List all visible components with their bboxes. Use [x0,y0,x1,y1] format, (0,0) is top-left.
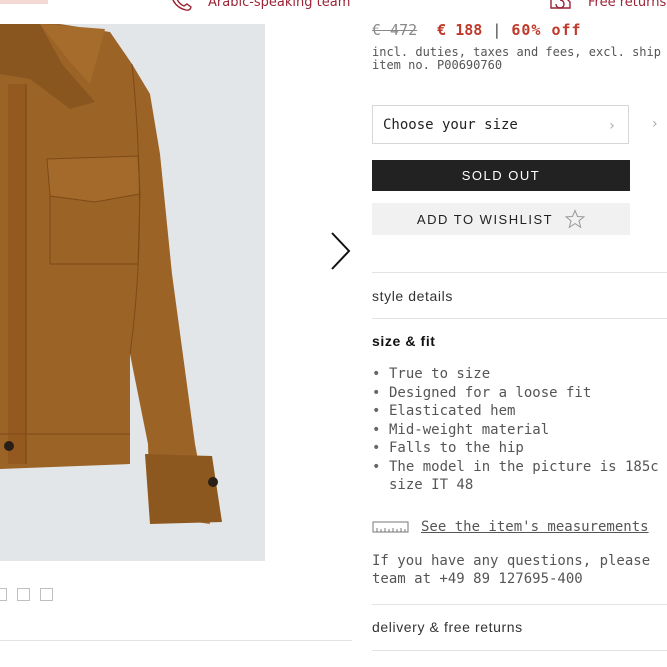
thumbnail-dot[interactable] [17,588,30,601]
delivery-returns-header[interactable]: delivery & free returns [372,619,523,635]
measurements-link[interactable]: See the item's measurements [421,519,649,535]
list-item: Designed for a loose fit [372,384,659,403]
list-item: size IT 48 [389,477,474,493]
product-info: incl. duties, taxes and fees, excl. ship… [372,46,661,72]
list-item: True to size [372,365,659,384]
sale-price: € 188 [437,21,483,39]
size-fit-header[interactable]: size & fit [372,333,436,349]
style-details-header[interactable]: style details [372,288,453,304]
divider [0,640,352,641]
star-icon [565,209,586,229]
size-fit-list: True to size Designed for a loose fit El… [372,365,659,495]
phone-icon [172,0,192,11]
divider [372,604,667,605]
measurements-row[interactable]: See the item's measurements [372,519,649,535]
free-returns-link[interactable]: Free returns [548,0,666,12]
item-number: item no. P00690760 [372,58,503,72]
returns-icon [550,0,571,9]
price-row: € 472 € 188 | 60% off [372,21,582,39]
old-price: € 472 [372,21,418,39]
questions-text: If you have any questions, please team a… [372,552,650,588]
add-to-wishlist-button[interactable]: ADD TO WISHLIST [372,203,630,235]
questions-line: If you have any questions, please [372,553,651,569]
list-item: The model in the picture is 185c [372,458,659,477]
questions-line: team at +49 89 127695-400 [372,571,583,587]
size-select-label: Choose your size [383,116,518,133]
next-image-arrow[interactable] [328,230,354,272]
arabic-team-link[interactable]: Arabic-speaking team [170,0,350,12]
chevron-right-icon[interactable]: › [652,116,658,132]
price-separator: | [492,21,502,39]
header-accent-bar [0,0,48,4]
arabic-team-label: Arabic-speaking team [208,0,351,10]
size-select[interactable]: Choose your size › [372,105,629,144]
product-image[interactable] [0,24,265,561]
discount-badge: 60% off [511,21,582,39]
thumbnail-dot[interactable] [0,588,7,601]
divider [372,318,667,319]
sold-out-button[interactable]: SOLD OUT [372,160,630,191]
list-item: Elasticated hem [372,402,659,421]
list-item: Falls to the hip [372,439,659,458]
divider [372,272,667,273]
chevron-right-icon: › [607,118,616,134]
divider [372,650,667,651]
thumbnail-dot[interactable] [40,588,53,601]
sold-out-label: SOLD OUT [461,168,541,183]
list-item: Mid-weight material [372,421,659,440]
ruler-icon [372,521,409,533]
wishlist-label: ADD TO WISHLIST [416,211,554,227]
image-thumbnails [0,588,53,601]
free-returns-label: Free returns [588,0,667,10]
jacket-illustration [0,24,222,524]
